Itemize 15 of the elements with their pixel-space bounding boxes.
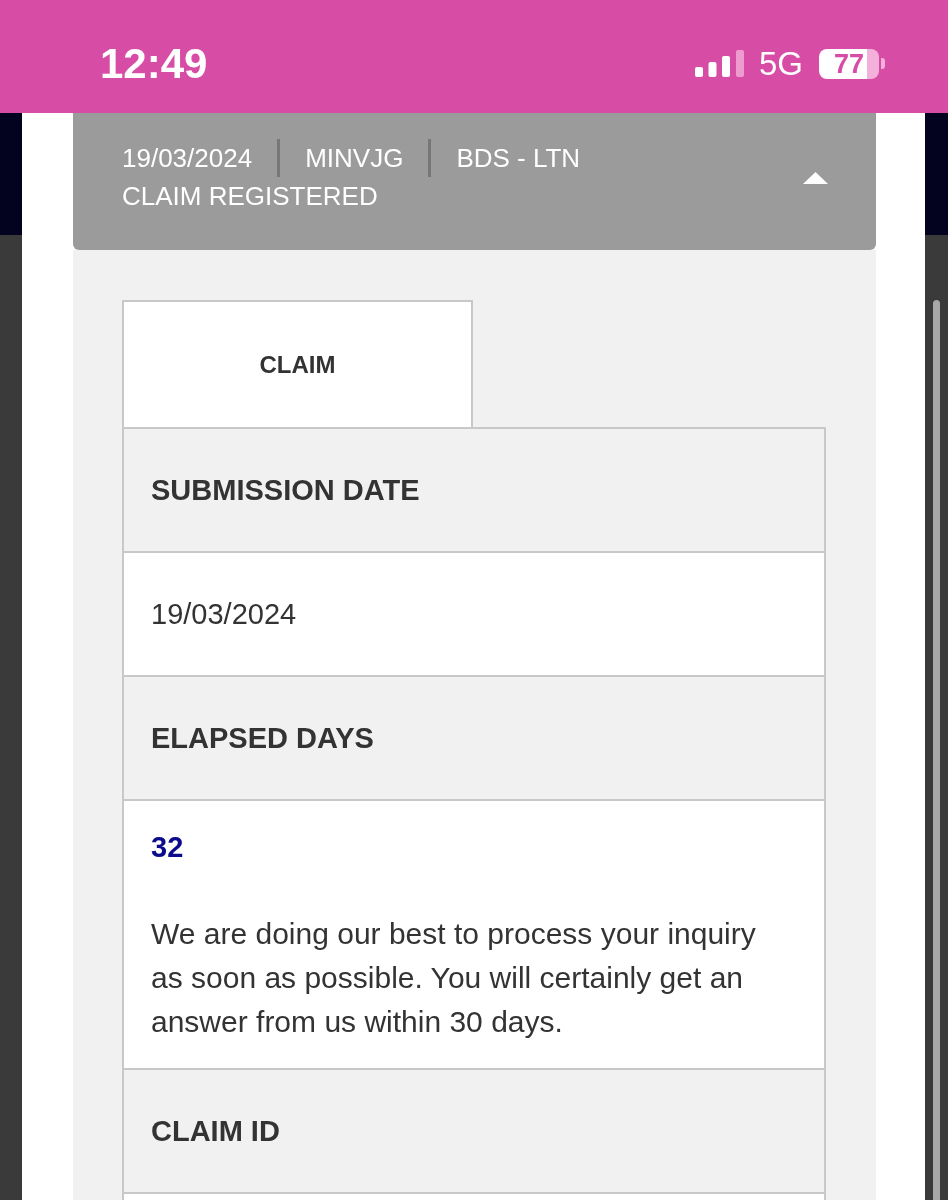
claim-tab[interactable]: CLAIM [122, 300, 473, 427]
scrollbar[interactable] [933, 300, 940, 1200]
battery-tip-icon [881, 58, 885, 69]
signal-strength-icon [694, 50, 744, 77]
network-type: 5G [758, 47, 803, 80]
battery-indicator: 77 [819, 48, 879, 79]
table-cell: 19/03/2024 [124, 553, 824, 677]
info-message: We are doing our best to process your inquiry as soon as possible. You will certainly get an answer from us within 30 days. [151, 916, 757, 1040]
claim-status: CLAIM REGISTERED [122, 180, 379, 213]
claim-date: 19/03/2024 [122, 142, 253, 175]
elapsed-days-count: 32 [151, 830, 184, 865]
caret-icon[interactable] [803, 172, 828, 184]
booking-reference: MINVJG [305, 142, 404, 175]
clock-time: 12:49 [100, 42, 208, 85]
flight-route: BDS - LTN [456, 142, 581, 175]
